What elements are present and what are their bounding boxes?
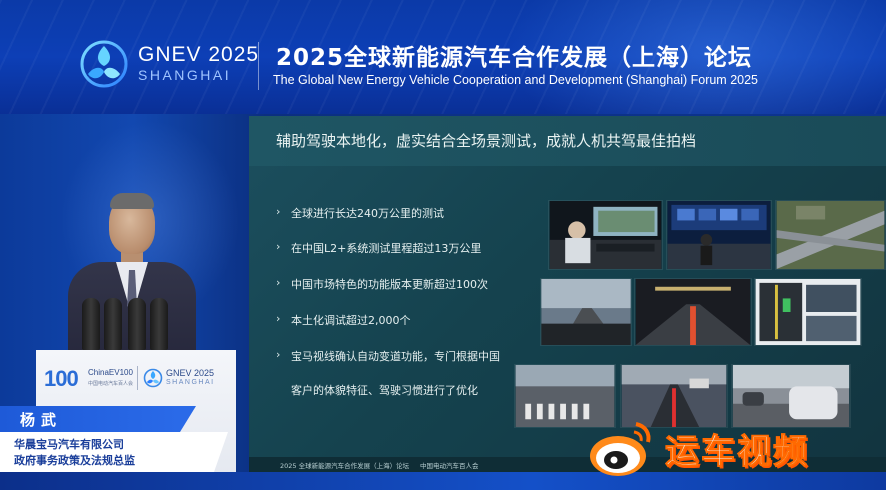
photo-control-room [666, 200, 772, 270]
photo-highway-aerial [775, 200, 886, 270]
bottom-strip [0, 472, 886, 490]
watermark-text: 运车视频 [665, 432, 809, 473]
slide-title: 辅助驾驶本地化，虚实结合全场景测试，成就人机共驾最佳拍档 [276, 132, 697, 150]
speaker-name-bar-tip [180, 406, 196, 432]
microphone [150, 298, 168, 350]
slide-bullet: 宝马视线确认自动变道功能，专门根据中国 [291, 350, 500, 363]
podium-logo-100: 100 [44, 366, 79, 391]
forum-title-english: The Global New Energy Vehicle Cooperatio… [273, 73, 759, 87]
banner-divider [258, 42, 259, 90]
bullet-icon: › [276, 312, 281, 325]
gnev-logo-icon [80, 40, 128, 88]
photo-city-traffic [731, 364, 851, 428]
speaker-name: 杨武 [20, 411, 63, 429]
slide-bullet: 客户的体貌特征、驾驶习惯进行了优化 [291, 384, 478, 397]
photo-driving-simulator [548, 200, 663, 270]
bullet-icon: › [276, 276, 281, 289]
podium-logo-shanghai: SHANGHAI [166, 379, 215, 386]
speaker-hair [110, 193, 154, 209]
speaker-position: 政府事务政策及法规总监 [14, 454, 135, 467]
speaker-title-box-tip [214, 432, 228, 472]
slide-footer-right: 中国电动汽车百人会 [420, 462, 479, 470]
podium-gnev-logo-icon [143, 368, 163, 388]
photo-tunnel [634, 278, 752, 346]
slide-footer-left: 2025 全球新能源汽车合作发展（上海）论坛 [280, 462, 410, 470]
slide-bullet: 在中国L2+系统测试里程超过13万公里 [291, 242, 482, 255]
podium-logo-chinaev-sub: 中国电动汽车百人会 [88, 381, 134, 387]
gnev-logo-title: GNEV 2025 [138, 43, 260, 66]
microphone [104, 298, 122, 350]
podium-logo-chinaev: ChinaEV100 [88, 368, 133, 377]
microphone [82, 298, 100, 350]
bullet-icon: › [276, 348, 281, 361]
bullet-icon: › [276, 205, 281, 218]
slide-bullet: 中国市场特色的功能版本更新超过100次 [291, 278, 488, 291]
forum-title-chinese: 2025全球新能源汽车合作发展（上海）论坛 [276, 45, 753, 71]
weibo-logo-icon [590, 422, 651, 476]
photo-simulation-screen [754, 278, 862, 346]
slide-bullet: 本土化调试超过2,000个 [291, 314, 411, 327]
bullet-icon: › [276, 240, 281, 253]
podium-logo-gnev: GNEV 2025 [166, 368, 215, 378]
gnev-logo-city: SHANGHAI [138, 67, 232, 83]
podium-logo-divider [137, 366, 138, 390]
photo-cockpit-road [540, 278, 632, 346]
microphone [128, 298, 146, 350]
slide-bullet: 全球进行长达240万公里的测试 [291, 207, 444, 220]
speaker-company: 华晨宝马汽车有限公司 [14, 438, 124, 451]
